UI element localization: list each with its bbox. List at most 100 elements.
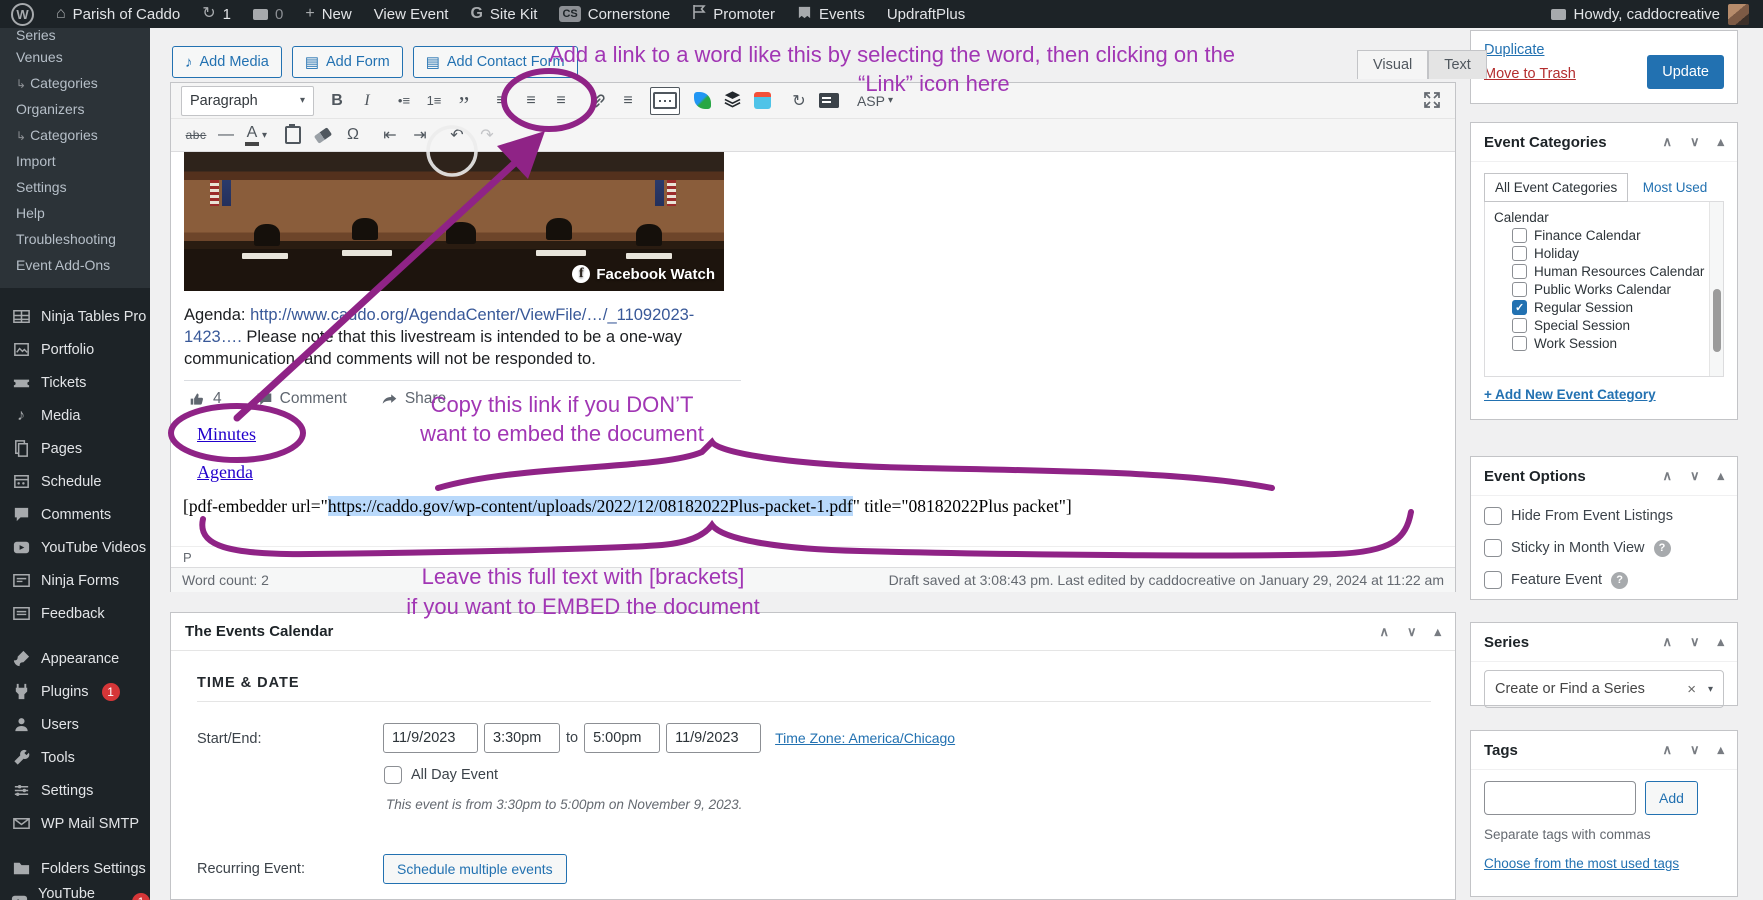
metabox-header[interactable]: The Events Calendar ∧ ∨ ▴ [171, 613, 1455, 651]
checkbox[interactable] [1484, 507, 1502, 525]
collapse-icon[interactable]: ▴ [1717, 634, 1724, 650]
comments-menu[interactable]: 0 [242, 0, 294, 28]
collapse-icon[interactable]: ▴ [1434, 624, 1441, 640]
category-item[interactable]: Holiday [1494, 244, 1723, 262]
sidebar-item-youtube-videos[interactable]: YouTube Videos [0, 531, 150, 564]
tab-most-used[interactable]: Most Used [1643, 180, 1708, 195]
sidebar-item-event-addons[interactable]: Event Add-Ons [0, 252, 150, 278]
add-media-button[interactable]: ♪Add Media [172, 46, 282, 78]
selected-url[interactable]: https://caddo.gov/wp-content/uploads/202… [328, 496, 853, 516]
read-more-button[interactable]: ≡ [613, 87, 643, 115]
ninja-forms-button[interactable] [687, 87, 717, 115]
updates-menu[interactable]: ↻1 [191, 0, 242, 28]
sidebar-item-pages[interactable]: Pages [0, 432, 150, 465]
help-icon[interactable]: ? [1654, 540, 1671, 557]
move-up-icon[interactable]: ∧ [1379, 624, 1389, 640]
schedule-multiple-events-button[interactable]: Schedule multiple events [383, 854, 567, 884]
bold-button[interactable]: B [322, 87, 352, 115]
move-up-icon[interactable]: ∧ [1662, 634, 1672, 650]
end-date-input[interactable] [666, 723, 761, 753]
sidebar-item-venue-categories[interactable]: ↳Categories [0, 70, 150, 96]
add-form-button[interactable]: ▤Add Form [292, 46, 403, 78]
duplicate-link[interactable]: Duplicate [1484, 42, 1544, 58]
sidebar-item-comments[interactable]: Comments [0, 498, 150, 531]
event-options-header[interactable]: Event Options ∧ ∨ ▴ [1471, 457, 1737, 496]
undo-button[interactable]: ↶ [442, 121, 472, 149]
events-menu[interactable]: Events [786, 0, 876, 28]
view-event-menu[interactable]: View Event [363, 0, 460, 28]
sidebar-item-series[interactable]: Series [0, 28, 150, 44]
move-down-icon[interactable]: ∨ [1690, 634, 1700, 650]
category-checkbox[interactable] [1512, 246, 1527, 261]
pdf-embedder-shortcode[interactable]: [pdf-embedder url="https://caddo.gov/wp-… [183, 496, 1072, 517]
collapse-icon[interactable]: ▴ [1717, 134, 1724, 150]
category-checkbox[interactable] [1512, 228, 1527, 243]
howdy-menu[interactable]: Howdy, caddocreative [1551, 4, 1763, 25]
tab-all-event-categories[interactable]: All Event Categories [1484, 173, 1628, 202]
align-center-button[interactable]: ≡ [516, 87, 546, 115]
event-categories-header[interactable]: Event Categories ∧ ∨ ▴ [1471, 123, 1737, 162]
site-kit-menu[interactable]: GSite Kit [459, 0, 548, 28]
align-right-button[interactable]: ≡ [546, 87, 576, 115]
tags-header[interactable]: Tags ∧ ∨ ▴ [1471, 731, 1737, 770]
start-time-input[interactable] [484, 723, 560, 753]
category-checkbox[interactable] [1512, 336, 1527, 351]
numbered-list-button[interactable]: 1≡ [419, 87, 449, 115]
horizontal-rule-button[interactable]: — [211, 121, 241, 149]
sidebar-item-import[interactable]: Import [0, 148, 150, 174]
asp-dropdown[interactable]: ASP▾ [851, 87, 899, 115]
align-left-button[interactable]: ≡ [486, 87, 516, 115]
move-down-icon[interactable]: ∨ [1690, 134, 1700, 150]
toolbar-toggle-button[interactable] [650, 87, 680, 115]
bulleted-list-button[interactable]: •≡ [389, 87, 419, 115]
move-up-icon[interactable]: ∧ [1662, 468, 1672, 484]
minutes-link[interactable]: Minutes [197, 424, 256, 445]
updraftplus-menu[interactable]: UpdraftPlus [876, 0, 976, 28]
sidebar-item-help[interactable]: Help [0, 200, 150, 226]
sidebar-item-troubleshooting[interactable]: Troubleshooting [0, 226, 150, 252]
checkbox[interactable] [1484, 539, 1502, 557]
category-item[interactable]: Regular Session [1494, 298, 1723, 316]
special-character-button[interactable]: Ω [338, 121, 368, 149]
sidebar-item-organizers[interactable]: Organizers [0, 96, 150, 122]
category-item[interactable]: Public Works Calendar [1494, 280, 1723, 298]
redo-button[interactable]: ↷ [472, 121, 502, 149]
sidebar-item-ninja-tables[interactable]: Ninja Tables Pro [0, 300, 150, 333]
strikethrough-button[interactable]: abc [181, 121, 211, 149]
category-item[interactable]: Finance Calendar [1494, 226, 1723, 244]
sidebar-item-venues[interactable]: Venues [0, 44, 150, 70]
fullscreen-icon[interactable] [1423, 91, 1441, 109]
outdent-button[interactable]: ⇤ [375, 121, 405, 149]
add-new-event-category-link[interactable]: + Add New Event Category [1484, 387, 1656, 402]
paragraph-select[interactable]: Paragraph▾ [181, 86, 314, 116]
collapse-icon[interactable]: ▴ [1717, 742, 1724, 758]
new-menu[interactable]: +New [294, 0, 362, 28]
sidebar-item-feedback[interactable]: Feedback [0, 597, 150, 630]
scrollbar[interactable] [1709, 202, 1723, 376]
path-p-label[interactable]: P [183, 550, 192, 565]
indent-button[interactable]: ⇥ [405, 121, 435, 149]
help-icon[interactable]: ? [1611, 572, 1628, 589]
checkbox[interactable] [1484, 571, 1502, 589]
tab-text[interactable]: Text [1428, 50, 1487, 79]
all-day-checkbox[interactable] [384, 766, 402, 784]
paste-as-text-button[interactable] [278, 121, 308, 149]
sidebar-item-youtube-feed[interactable]: YouTube Feed 1 [0, 885, 150, 900]
choose-most-used-tags-link[interactable]: Choose from the most used tags [1484, 856, 1679, 871]
category-item[interactable]: Special Session [1494, 316, 1723, 334]
category-checkbox[interactable] [1512, 282, 1527, 297]
sidebar-item-settings[interactable]: Settings [0, 174, 150, 200]
comment-button[interactable]: Comment [256, 390, 347, 408]
share-button[interactable]: Share [381, 390, 446, 408]
like-button[interactable]: 4 [189, 390, 222, 408]
sidebar-item-tools[interactable]: Tools [0, 741, 150, 774]
move-to-trash-link[interactable]: Move to Trash [1484, 66, 1576, 82]
move-down-icon[interactable]: ∨ [1690, 468, 1700, 484]
update-button[interactable]: Update [1647, 55, 1724, 89]
text-color-button[interactable]: A▾ [241, 121, 271, 149]
sidebar-item-schedule[interactable]: Schedule [0, 465, 150, 498]
category-item[interactable]: Work Session [1494, 334, 1723, 352]
sidebar-item-folders-settings[interactable]: Folders Settings [0, 852, 150, 885]
refresh-button[interactable]: ↻ [784, 87, 814, 115]
series-header[interactable]: Series ∧ ∨ ▴ [1471, 623, 1737, 662]
